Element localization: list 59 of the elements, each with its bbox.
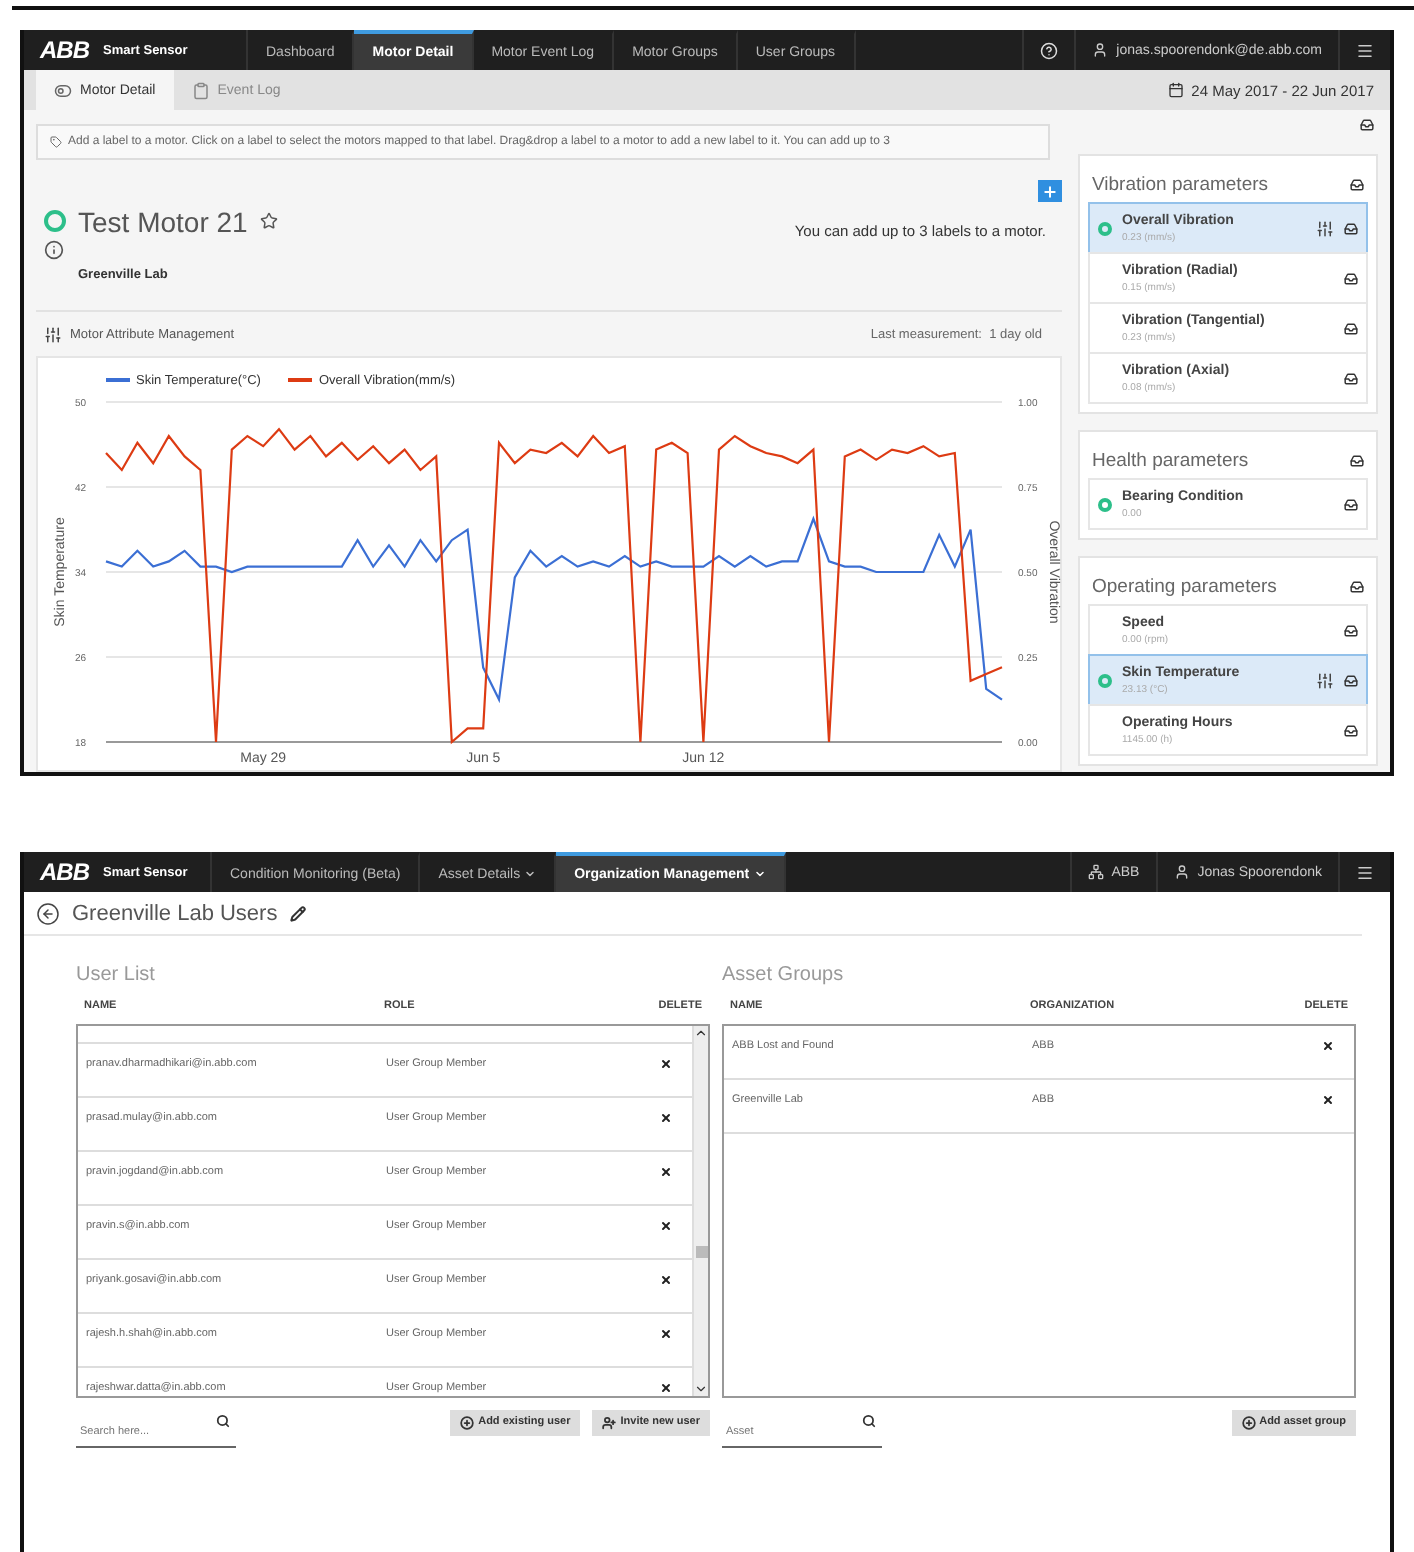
status-ring [44, 210, 66, 233]
section-title: Asset Groups [722, 964, 846, 990]
delete-icon[interactable] [660, 1220, 672, 1232]
help-icon[interactable] [1040, 41, 1059, 59]
plus-icon [1042, 183, 1058, 200]
delete-icon[interactable] [660, 1166, 672, 1178]
delete-icon[interactable] [660, 1058, 672, 1070]
export-icon[interactable] [1344, 723, 1358, 737]
add-label-button[interactable] [1038, 179, 1062, 203]
export-icon[interactable] [1344, 271, 1358, 285]
search-icon[interactable] [862, 1414, 876, 1428]
export-icon[interactable] [1350, 579, 1364, 593]
plus-circle-icon [460, 1415, 475, 1429]
scrollbar-thumb[interactable] [696, 1246, 708, 1258]
delete-icon[interactable] [660, 1382, 672, 1394]
delete-icon[interactable] [1322, 1040, 1334, 1052]
page-title: Greenville Lab Users [72, 901, 278, 925]
panel-title: Vibration parameters [1092, 173, 1269, 195]
export-icon[interactable] [1350, 177, 1364, 191]
export-icon[interactable] [1350, 453, 1364, 467]
user-icon [1092, 42, 1109, 58]
delete-icon[interactable] [660, 1274, 672, 1286]
delete-icon[interactable] [660, 1112, 672, 1124]
plus-circle-icon [1241, 1415, 1256, 1429]
scroll-down-icon[interactable] [694, 1382, 708, 1396]
logo[interactable]: ABB [40, 858, 89, 886]
organization-icon [1087, 864, 1104, 880]
sliders-icon[interactable] [1316, 671, 1334, 689]
sliders-icon[interactable] [44, 325, 62, 344]
export-icon[interactable] [1344, 497, 1358, 511]
panel-title: Health parameters [1092, 449, 1249, 471]
user-plus-icon [602, 1415, 617, 1429]
logo[interactable]: ABB [40, 36, 89, 64]
search-icon[interactable] [216, 1414, 230, 1428]
export-icon[interactable] [1344, 321, 1358, 335]
info-icon[interactable] [44, 240, 64, 261]
delete-icon[interactable] [1322, 1094, 1334, 1106]
export-icon[interactable] [1344, 221, 1358, 235]
panel-title: Operating parameters [1092, 575, 1277, 597]
user-icon [1173, 864, 1190, 880]
scrollbar[interactable] [692, 1026, 708, 1396]
star-icon[interactable] [259, 212, 278, 231]
scroll-up-icon[interactable] [694, 1026, 708, 1040]
delete-icon[interactable] [660, 1328, 672, 1340]
calendar-icon [1167, 82, 1184, 98]
export-icon[interactable] [1344, 371, 1358, 385]
clipboard-icon [191, 81, 210, 99]
menu-icon[interactable] [1356, 41, 1374, 59]
export-icon[interactable] [1344, 623, 1358, 637]
menu-icon[interactable] [1356, 863, 1374, 881]
motor-name: Test Motor 21 [78, 205, 248, 238]
sliders-icon[interactable] [1316, 219, 1334, 237]
export-icon[interactable] [1360, 118, 1374, 132]
edit-icon[interactable] [289, 905, 306, 921]
tag-icon [50, 135, 62, 148]
section-title: User List [76, 964, 157, 990]
back-icon[interactable] [36, 901, 60, 925]
export-icon[interactable] [1344, 673, 1358, 687]
toggle-icon [54, 81, 72, 99]
